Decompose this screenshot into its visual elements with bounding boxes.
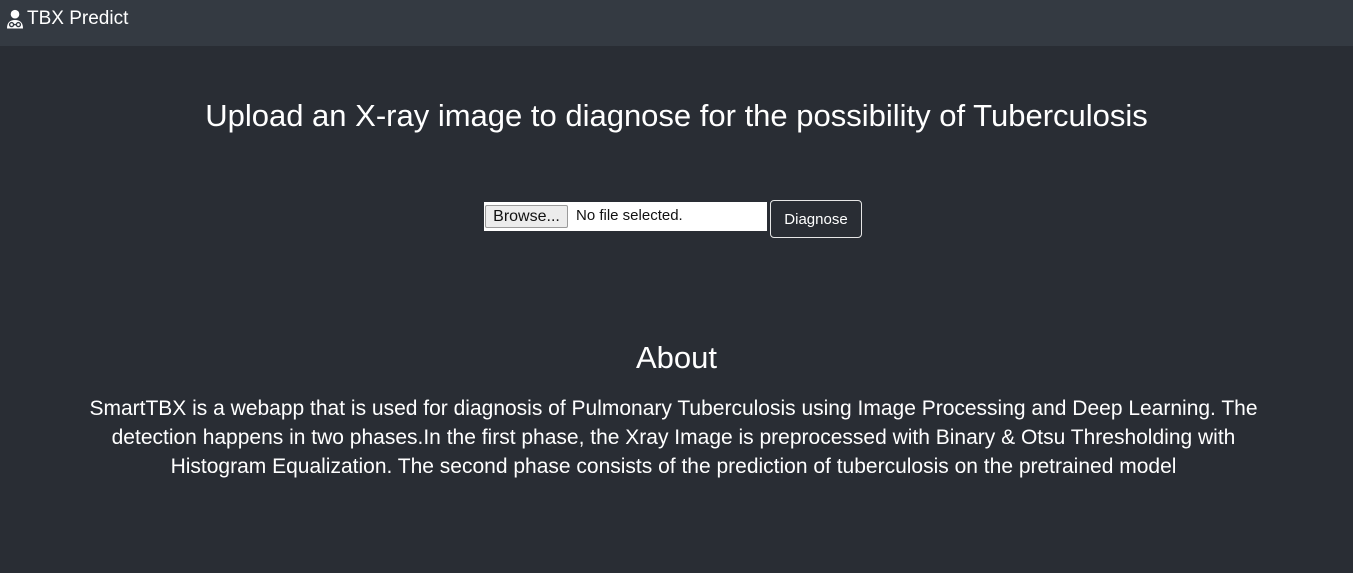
file-input[interactable]: Browse... No file selected. [484, 202, 767, 231]
brand-link[interactable]: TBX Predict [6, 8, 128, 30]
about-description: SmartTBX is a webapp that is used for di… [89, 397, 1258, 478]
user-doctor-icon [6, 9, 24, 29]
brand-label: TBX Predict [27, 8, 129, 29]
about-heading: About [635, 340, 717, 375]
navbar: TBX Predict [0, 0, 1353, 46]
browse-button[interactable]: Browse... [485, 205, 568, 228]
diagnose-button[interactable]: Diagnose [770, 200, 862, 238]
upload-heading: Upload an X-ray image to diagnose for th… [205, 98, 1148, 133]
file-status-text: No file selected. [576, 207, 683, 224]
